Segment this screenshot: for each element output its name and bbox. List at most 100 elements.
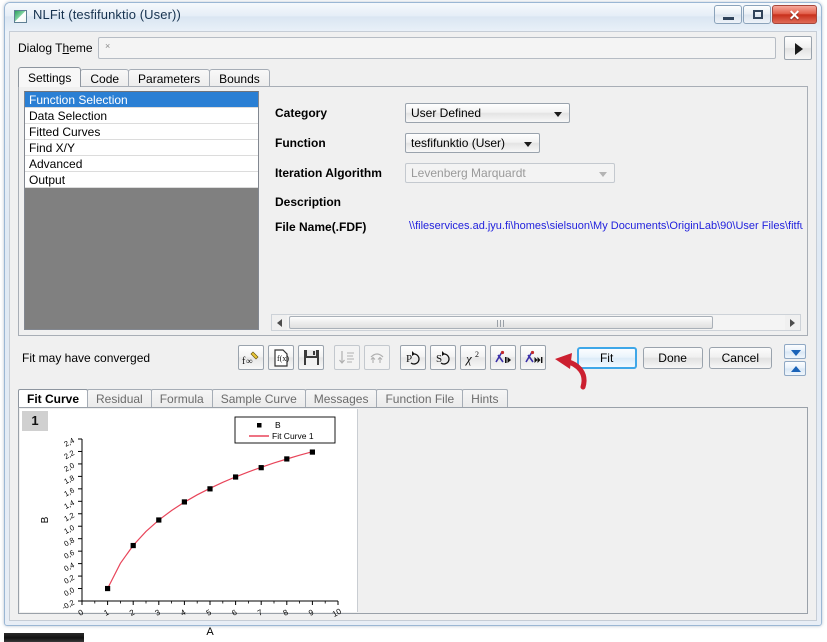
tab-code[interactable]: Code [80, 69, 130, 87]
fit-toolbar: f ∞ f(x) P S χ 2 [238, 345, 550, 370]
tab-sample-curve[interactable]: Sample Curve [211, 389, 306, 408]
svg-text:2: 2 [475, 350, 479, 359]
chevron-down-icon [524, 142, 532, 147]
tab-bounds[interactable]: Bounds [209, 69, 270, 87]
sidebar-item-fitted-curves[interactable]: Fitted Curves [25, 124, 258, 140]
description-label: Description [275, 195, 342, 209]
tab-parameters[interactable]: Parameters [128, 69, 211, 87]
maximize-icon [753, 10, 763, 19]
tab-residual[interactable]: Residual [87, 389, 152, 408]
play-arrow-icon [795, 43, 803, 55]
scrollbar-thumb[interactable] [289, 316, 713, 329]
category-combo[interactable]: User Defined [405, 103, 570, 123]
cancel-button[interactable]: Cancel [708, 347, 772, 369]
caret-right-icon [790, 319, 795, 327]
dialog-theme-input[interactable]: × [98, 37, 776, 59]
settings-tabstrip: Settings Code Parameters Bounds [18, 67, 270, 87]
description-row: Description [275, 192, 799, 214]
grip-icon [497, 320, 505, 327]
svg-text:-0,2: -0,2 [60, 598, 76, 612]
status-message: Fit may have converged [22, 351, 151, 365]
tab-messages[interactable]: Messages [304, 389, 378, 408]
category-label: Category [275, 106, 328, 120]
tab-label: Hints [471, 392, 499, 406]
sidebar-item-function-selection[interactable]: Function Selection [25, 92, 258, 108]
iteration-algorithm-value: Levenberg Marquardt [411, 166, 526, 180]
approximate-button [364, 345, 390, 370]
settings-tree[interactable]: Function Selection Data Selection Fitted… [24, 91, 259, 330]
function-file-button[interactable]: f(x) [268, 345, 294, 370]
sidebar-item-find-xy[interactable]: Find X/Y [25, 140, 258, 156]
svg-text:0,0: 0,0 [62, 585, 75, 598]
category-value: User Defined [411, 106, 482, 120]
minimize-button[interactable] [714, 5, 742, 24]
undo-fit-s-icon: S [431, 346, 455, 369]
fit-until-converged-button[interactable] [520, 345, 546, 370]
results-tabstrip: Fit Curve Residual Formula Sample Curve … [18, 388, 508, 408]
svg-text:1,0: 1,0 [62, 523, 75, 536]
svg-text:B: B [275, 420, 281, 430]
svg-text:1,8: 1,8 [62, 473, 75, 486]
function-row: Function tesfifunktio (User) [275, 133, 799, 155]
tab-formula[interactable]: Formula [150, 389, 213, 408]
window-titlebar[interactable]: NLFit (tesfifunktio (User)) ✕ [5, 3, 821, 31]
svg-text:6: 6 [230, 608, 239, 618]
form-horizontal-scrollbar[interactable] [271, 314, 801, 331]
panel-resize-controls [784, 344, 806, 378]
window-controls: ✕ [713, 5, 817, 24]
save-function-button[interactable] [298, 345, 324, 370]
tab-label: Bounds [219, 72, 260, 86]
svg-text:7: 7 [256, 608, 265, 618]
tree-item-label: Data Selection [29, 109, 108, 123]
edit-function-icon: f ∞ [239, 346, 263, 369]
tab-label: Fit Curve [27, 392, 80, 406]
svg-text:χ: χ [464, 351, 472, 366]
svg-text:8: 8 [282, 608, 291, 618]
undo-fit-button[interactable]: S [430, 345, 456, 370]
taskbar-strip [4, 633, 84, 642]
tab-hints[interactable]: Hints [462, 389, 508, 408]
red-curved-arrow-annotation [555, 353, 587, 390]
function-combo[interactable]: tesfifunktio (User) [405, 133, 540, 153]
sidebar-item-advanced[interactable]: Advanced [25, 156, 258, 172]
scroll-left-button[interactable] [272, 315, 287, 330]
close-icon: ✕ [788, 7, 801, 23]
collapse-up-button[interactable] [784, 361, 806, 376]
svg-text:0,4: 0,4 [62, 560, 75, 573]
undo-parameters-button[interactable]: P [400, 345, 426, 370]
minimize-icon [723, 17, 734, 20]
svg-text:1,6: 1,6 [62, 486, 75, 499]
svg-text:A: A [206, 626, 214, 638]
tab-fit-curve[interactable]: Fit Curve [18, 389, 89, 408]
initialize-parameters-icon [335, 346, 359, 369]
svg-text:∞: ∞ [246, 356, 252, 366]
close-button[interactable]: ✕ [772, 5, 817, 24]
svg-text:f(x): f(x) [277, 354, 289, 363]
svg-text:Fit Curve 1: Fit Curve 1 [272, 431, 314, 441]
tab-label: Settings [28, 71, 72, 85]
edit-function-button[interactable]: f ∞ [238, 345, 264, 370]
undo-fit-p-icon: P [401, 346, 425, 369]
file-name-row: File Name(.FDF) \\fileservices.ad.jyu.fi… [275, 217, 803, 239]
expand-down-button[interactable] [784, 344, 806, 359]
sidebar-item-data-selection[interactable]: Data Selection [25, 108, 258, 124]
done-button[interactable]: Done [642, 347, 703, 369]
maximize-button[interactable] [743, 5, 771, 24]
dialog-theme-menu-button[interactable] [784, 36, 812, 60]
sidebar-item-output[interactable]: Output [25, 172, 258, 188]
save-icon [299, 346, 323, 369]
graph-page[interactable]: 1 0 1 2 3 4 5 6 7 8 9 10 -0,2 0,0 0,2 0,4 0,6 0,8 1,0 1,2 1… [20, 409, 358, 638]
file-name-value[interactable]: \\fileservices.ad.jyu.fi\homes\sielsuon\… [409, 220, 803, 232]
status-toolbar-row: Fit may have converged f ∞ f(x) P S χ 2 … [18, 342, 808, 378]
chi-square-button[interactable]: χ2 [460, 345, 486, 370]
svg-text:5: 5 [205, 608, 214, 618]
one-iteration-button[interactable] [490, 345, 516, 370]
tree-item-label: Find X/Y [29, 141, 76, 155]
svg-text:1,4: 1,4 [62, 498, 75, 511]
tree-item-label: Output [29, 173, 66, 187]
tab-label: Residual [96, 392, 143, 406]
fit-until-converged-icon [521, 346, 545, 369]
scroll-right-button[interactable] [785, 315, 800, 330]
tab-function-file[interactable]: Function File [376, 389, 464, 408]
tab-settings[interactable]: Settings [18, 67, 82, 87]
